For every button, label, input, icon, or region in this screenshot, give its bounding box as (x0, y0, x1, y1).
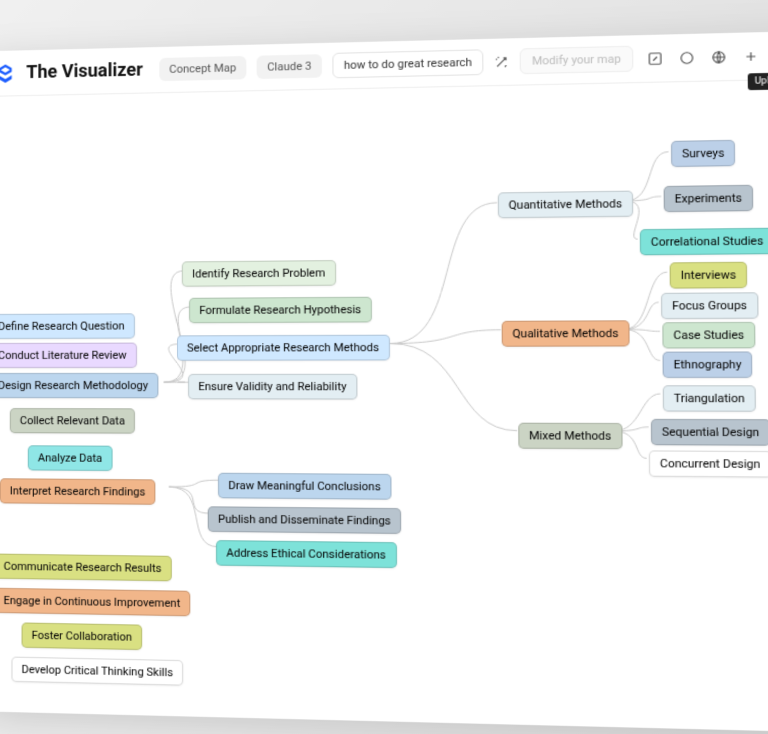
node-interpret[interactable]: Interpret Research Findings (0, 478, 155, 505)
node-ethno[interactable]: Ethnography (663, 351, 753, 377)
node-corr[interactable]: Correlational Studies (640, 228, 768, 256)
node-identify[interactable]: Identify Research Problem (182, 260, 336, 287)
node-experiments[interactable]: Experiments (664, 185, 754, 212)
node-tri[interactable]: Triangulation (663, 385, 756, 411)
node-design[interactable]: Design Research Methodology (0, 373, 158, 398)
globe-icon[interactable] (707, 46, 729, 67)
icon-bar: Upload and Visualize PDF (644, 42, 768, 69)
node-formulate[interactable]: Formulate Research Hypothesis (189, 297, 372, 323)
prompt-pill[interactable]: how to do great research (332, 49, 483, 78)
node-qual[interactable]: Qualitative Methods (502, 320, 630, 346)
circle-icon[interactable] (675, 47, 697, 68)
node-engage[interactable]: Engage in Continuous Improvement (0, 588, 191, 617)
node-analyze[interactable]: Analyze Data (28, 445, 113, 471)
node-communicate[interactable]: Communicate Research Results (0, 554, 172, 582)
node-select[interactable]: Select Appropriate Research Methods (177, 335, 390, 361)
modify-input[interactable]: Modify your map (520, 46, 633, 75)
node-seq[interactable]: Sequential Design (651, 419, 768, 446)
node-draw[interactable]: Draw Meaningful Conclusions (218, 473, 391, 500)
node-case[interactable]: Case Studies (662, 322, 755, 349)
plus-icon[interactable] (739, 45, 761, 66)
logo-icon (0, 62, 16, 84)
app-title: The Visualizer (26, 59, 143, 83)
magic-wand-icon[interactable] (494, 51, 509, 72)
edit-icon[interactable] (644, 48, 666, 69)
map-canvas[interactable]: Define Research Question Conduct Literatu… (0, 78, 768, 733)
app-frame: The Visualizer Concept Map Claude 3 how … (0, 30, 768, 734)
node-publish[interactable]: Publish and Disseminate Findings (208, 506, 402, 534)
node-conc[interactable]: Concurrent Design (649, 450, 768, 477)
node-focus[interactable]: Focus Groups (661, 292, 758, 319)
node-interviews[interactable]: Interviews (670, 262, 748, 289)
node-define[interactable]: Define Research Question (0, 313, 135, 339)
node-critical[interactable]: Develop Critical Thinking Skills (11, 657, 183, 686)
model-pill[interactable]: Claude 3 (257, 54, 322, 79)
node-quant[interactable]: Quantitative Methods (498, 191, 633, 219)
node-mixed[interactable]: Mixed Methods (518, 423, 622, 450)
mode-pill[interactable]: Concept Map (159, 56, 246, 81)
node-conduct[interactable]: Conduct Literature Review (0, 343, 137, 368)
node-foster[interactable]: Foster Collaboration (22, 622, 143, 650)
node-ensure[interactable]: Ensure Validity and Reliability (188, 374, 357, 400)
node-collect[interactable]: Collect Relevant Data (10, 408, 135, 434)
node-surveys[interactable]: Surveys (671, 140, 735, 167)
node-ethics[interactable]: Address Ethical Considerations (216, 540, 397, 568)
